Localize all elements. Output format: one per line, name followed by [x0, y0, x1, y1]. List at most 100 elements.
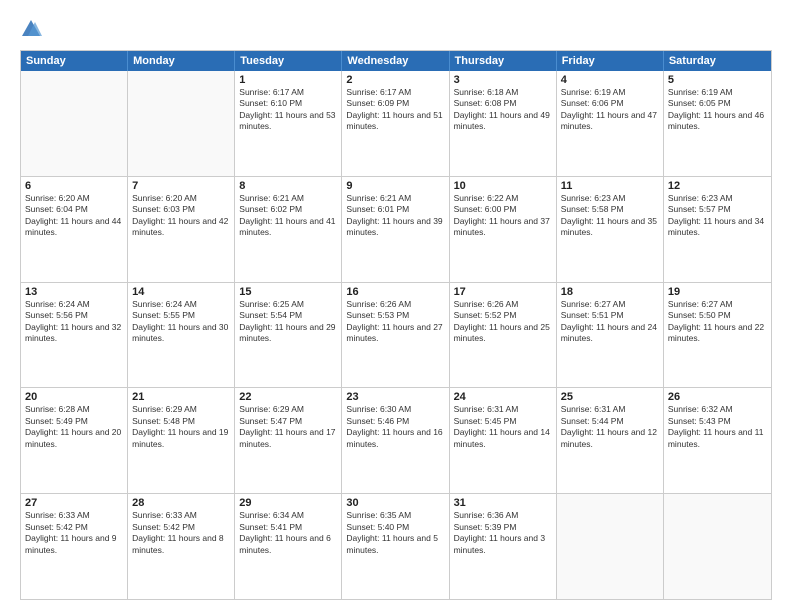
- day-number: 2: [346, 74, 444, 86]
- week-row-5: 27Sunrise: 6:33 AM Sunset: 5:42 PM Dayli…: [21, 493, 771, 599]
- cal-cell-1-2: [128, 71, 235, 176]
- cal-cell-2-1: 6Sunrise: 6:20 AM Sunset: 6:04 PM Daylig…: [21, 177, 128, 282]
- cell-info: Sunrise: 6:19 AM Sunset: 6:06 PM Dayligh…: [561, 87, 659, 133]
- cell-info: Sunrise: 6:31 AM Sunset: 5:45 PM Dayligh…: [454, 404, 552, 450]
- day-number: 28: [132, 497, 230, 509]
- cell-info: Sunrise: 6:35 AM Sunset: 5:40 PM Dayligh…: [346, 510, 444, 556]
- cal-cell-1-6: 4Sunrise: 6:19 AM Sunset: 6:06 PM Daylig…: [557, 71, 664, 176]
- cal-cell-5-1: 27Sunrise: 6:33 AM Sunset: 5:42 PM Dayli…: [21, 494, 128, 599]
- cell-info: Sunrise: 6:27 AM Sunset: 5:51 PM Dayligh…: [561, 299, 659, 345]
- cell-info: Sunrise: 6:29 AM Sunset: 5:48 PM Dayligh…: [132, 404, 230, 450]
- header-day-sunday: Sunday: [21, 51, 128, 71]
- cal-cell-4-3: 22Sunrise: 6:29 AM Sunset: 5:47 PM Dayli…: [235, 388, 342, 493]
- cell-info: Sunrise: 6:25 AM Sunset: 5:54 PM Dayligh…: [239, 299, 337, 345]
- day-number: 13: [25, 286, 123, 298]
- cell-info: Sunrise: 6:32 AM Sunset: 5:43 PM Dayligh…: [668, 404, 767, 450]
- cell-info: Sunrise: 6:30 AM Sunset: 5:46 PM Dayligh…: [346, 404, 444, 450]
- day-number: 11: [561, 180, 659, 192]
- cal-cell-1-4: 2Sunrise: 6:17 AM Sunset: 6:09 PM Daylig…: [342, 71, 449, 176]
- cal-cell-2-4: 9Sunrise: 6:21 AM Sunset: 6:01 PM Daylig…: [342, 177, 449, 282]
- cal-cell-3-4: 16Sunrise: 6:26 AM Sunset: 5:53 PM Dayli…: [342, 283, 449, 388]
- header-day-thursday: Thursday: [450, 51, 557, 71]
- day-number: 4: [561, 74, 659, 86]
- day-number: 7: [132, 180, 230, 192]
- day-number: 22: [239, 391, 337, 403]
- cell-info: Sunrise: 6:23 AM Sunset: 5:58 PM Dayligh…: [561, 193, 659, 239]
- day-number: 10: [454, 180, 552, 192]
- week-row-3: 13Sunrise: 6:24 AM Sunset: 5:56 PM Dayli…: [21, 282, 771, 388]
- day-number: 21: [132, 391, 230, 403]
- cal-cell-4-4: 23Sunrise: 6:30 AM Sunset: 5:46 PM Dayli…: [342, 388, 449, 493]
- header: [20, 18, 772, 40]
- day-number: 12: [668, 180, 767, 192]
- calendar-body: 1Sunrise: 6:17 AM Sunset: 6:10 PM Daylig…: [21, 71, 771, 599]
- cal-cell-1-1: [21, 71, 128, 176]
- page: SundayMondayTuesdayWednesdayThursdayFrid…: [0, 0, 792, 612]
- cell-info: Sunrise: 6:17 AM Sunset: 6:09 PM Dayligh…: [346, 87, 444, 133]
- cal-cell-4-2: 21Sunrise: 6:29 AM Sunset: 5:48 PM Dayli…: [128, 388, 235, 493]
- cal-cell-3-3: 15Sunrise: 6:25 AM Sunset: 5:54 PM Dayli…: [235, 283, 342, 388]
- cell-info: Sunrise: 6:23 AM Sunset: 5:57 PM Dayligh…: [668, 193, 767, 239]
- week-row-2: 6Sunrise: 6:20 AM Sunset: 6:04 PM Daylig…: [21, 176, 771, 282]
- cal-cell-4-5: 24Sunrise: 6:31 AM Sunset: 5:45 PM Dayli…: [450, 388, 557, 493]
- cell-info: Sunrise: 6:18 AM Sunset: 6:08 PM Dayligh…: [454, 87, 552, 133]
- day-number: 16: [346, 286, 444, 298]
- cal-cell-2-3: 8Sunrise: 6:21 AM Sunset: 6:02 PM Daylig…: [235, 177, 342, 282]
- cell-info: Sunrise: 6:21 AM Sunset: 6:01 PM Dayligh…: [346, 193, 444, 239]
- day-number: 5: [668, 74, 767, 86]
- cal-cell-3-1: 13Sunrise: 6:24 AM Sunset: 5:56 PM Dayli…: [21, 283, 128, 388]
- day-number: 31: [454, 497, 552, 509]
- cell-info: Sunrise: 6:20 AM Sunset: 6:04 PM Dayligh…: [25, 193, 123, 239]
- cell-info: Sunrise: 6:17 AM Sunset: 6:10 PM Dayligh…: [239, 87, 337, 133]
- day-number: 25: [561, 391, 659, 403]
- cal-cell-4-6: 25Sunrise: 6:31 AM Sunset: 5:44 PM Dayli…: [557, 388, 664, 493]
- cell-info: Sunrise: 6:33 AM Sunset: 5:42 PM Dayligh…: [132, 510, 230, 556]
- cal-cell-5-5: 31Sunrise: 6:36 AM Sunset: 5:39 PM Dayli…: [450, 494, 557, 599]
- cal-cell-3-2: 14Sunrise: 6:24 AM Sunset: 5:55 PM Dayli…: [128, 283, 235, 388]
- day-number: 27: [25, 497, 123, 509]
- cell-info: Sunrise: 6:19 AM Sunset: 6:05 PM Dayligh…: [668, 87, 767, 133]
- calendar-header: SundayMondayTuesdayWednesdayThursdayFrid…: [21, 51, 771, 71]
- cell-info: Sunrise: 6:31 AM Sunset: 5:44 PM Dayligh…: [561, 404, 659, 450]
- cal-cell-1-3: 1Sunrise: 6:17 AM Sunset: 6:10 PM Daylig…: [235, 71, 342, 176]
- cal-cell-1-5: 3Sunrise: 6:18 AM Sunset: 6:08 PM Daylig…: [450, 71, 557, 176]
- day-number: 20: [25, 391, 123, 403]
- day-number: 30: [346, 497, 444, 509]
- cal-cell-2-7: 12Sunrise: 6:23 AM Sunset: 5:57 PM Dayli…: [664, 177, 771, 282]
- cal-cell-5-2: 28Sunrise: 6:33 AM Sunset: 5:42 PM Dayli…: [128, 494, 235, 599]
- cal-cell-5-3: 29Sunrise: 6:34 AM Sunset: 5:41 PM Dayli…: [235, 494, 342, 599]
- cal-cell-1-7: 5Sunrise: 6:19 AM Sunset: 6:05 PM Daylig…: [664, 71, 771, 176]
- header-day-saturday: Saturday: [664, 51, 771, 71]
- cell-info: Sunrise: 6:24 AM Sunset: 5:55 PM Dayligh…: [132, 299, 230, 345]
- cal-cell-2-2: 7Sunrise: 6:20 AM Sunset: 6:03 PM Daylig…: [128, 177, 235, 282]
- day-number: 1: [239, 74, 337, 86]
- day-number: 15: [239, 286, 337, 298]
- day-number: 18: [561, 286, 659, 298]
- logo-icon: [20, 18, 42, 40]
- day-number: 17: [454, 286, 552, 298]
- cal-cell-2-5: 10Sunrise: 6:22 AM Sunset: 6:00 PM Dayli…: [450, 177, 557, 282]
- cell-info: Sunrise: 6:20 AM Sunset: 6:03 PM Dayligh…: [132, 193, 230, 239]
- cell-info: Sunrise: 6:24 AM Sunset: 5:56 PM Dayligh…: [25, 299, 123, 345]
- cal-cell-4-1: 20Sunrise: 6:28 AM Sunset: 5:49 PM Dayli…: [21, 388, 128, 493]
- day-number: 8: [239, 180, 337, 192]
- cell-info: Sunrise: 6:21 AM Sunset: 6:02 PM Dayligh…: [239, 193, 337, 239]
- cell-info: Sunrise: 6:36 AM Sunset: 5:39 PM Dayligh…: [454, 510, 552, 556]
- day-number: 9: [346, 180, 444, 192]
- calendar: SundayMondayTuesdayWednesdayThursdayFrid…: [20, 50, 772, 600]
- cell-info: Sunrise: 6:33 AM Sunset: 5:42 PM Dayligh…: [25, 510, 123, 556]
- week-row-4: 20Sunrise: 6:28 AM Sunset: 5:49 PM Dayli…: [21, 387, 771, 493]
- cal-cell-3-5: 17Sunrise: 6:26 AM Sunset: 5:52 PM Dayli…: [450, 283, 557, 388]
- cell-info: Sunrise: 6:26 AM Sunset: 5:53 PM Dayligh…: [346, 299, 444, 345]
- cal-cell-2-6: 11Sunrise: 6:23 AM Sunset: 5:58 PM Dayli…: [557, 177, 664, 282]
- day-number: 29: [239, 497, 337, 509]
- cal-cell-5-6: [557, 494, 664, 599]
- cell-info: Sunrise: 6:28 AM Sunset: 5:49 PM Dayligh…: [25, 404, 123, 450]
- cell-info: Sunrise: 6:22 AM Sunset: 6:00 PM Dayligh…: [454, 193, 552, 239]
- header-day-monday: Monday: [128, 51, 235, 71]
- cal-cell-3-6: 18Sunrise: 6:27 AM Sunset: 5:51 PM Dayli…: [557, 283, 664, 388]
- week-row-1: 1Sunrise: 6:17 AM Sunset: 6:10 PM Daylig…: [21, 71, 771, 176]
- day-number: 6: [25, 180, 123, 192]
- cal-cell-3-7: 19Sunrise: 6:27 AM Sunset: 5:50 PM Dayli…: [664, 283, 771, 388]
- cell-info: Sunrise: 6:34 AM Sunset: 5:41 PM Dayligh…: [239, 510, 337, 556]
